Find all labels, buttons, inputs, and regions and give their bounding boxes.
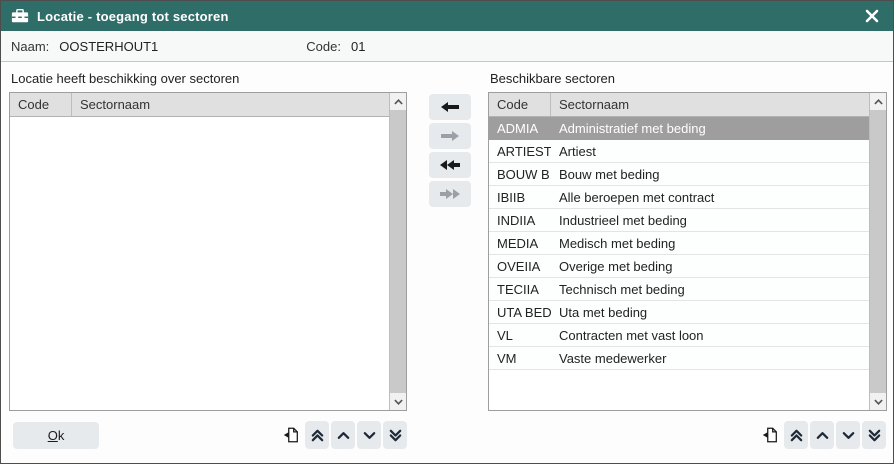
table-row[interactable]: ADMIA Administratief met beding [489,117,869,140]
scroll-up-icon[interactable] [870,93,886,110]
table-row[interactable]: ARTIEST Artiest [489,140,869,163]
next-record-button[interactable] [357,421,381,449]
double-chevron-up-icon [310,428,325,443]
briefcase-icon [11,8,29,24]
double-arrow-left-icon [438,159,462,171]
table-row[interactable]: MEDIA Medisch met beding [489,232,869,255]
record-info-bar: Naam: OOSTERHOUT1 Code: 01 [1,31,893,62]
available-list-scrollbar[interactable] [869,93,886,410]
column-header-sectornaam: Sectornaam [72,97,389,112]
scrollbar-thumb[interactable] [870,110,886,393]
first-record-button[interactable] [784,421,808,449]
chevron-up-icon [815,428,830,443]
chevron-down-icon [841,428,856,443]
arrow-right-icon [438,130,462,142]
left-panel-title: Locatie heeft beschikking over sectoren [11,71,239,86]
scrollbar-thumb[interactable] [390,110,406,393]
column-header-sectornaam: Sectornaam [551,97,869,112]
move-right-button[interactable] [429,123,471,149]
assigned-sectors-list[interactable]: Code Sectornaam [9,92,407,411]
double-chevron-down-icon [388,428,403,443]
dialog-locatie-toegang-sectoren: Locatie - toegang tot sectoren Naam: OOS… [0,0,894,464]
column-header-code: Code [10,93,72,116]
chevron-down-icon [362,428,377,443]
code-label: Code: [306,39,341,54]
ok-button[interactable]: Ok [13,422,99,449]
first-record-button[interactable] [305,421,329,449]
title-bar: Locatie - toegang tot sectoren [1,1,893,31]
scroll-down-icon[interactable] [390,393,406,410]
goto-record-button[interactable] [279,421,303,449]
table-row[interactable]: BOUW B... Bouw met beding [489,163,869,186]
table-row[interactable]: VL Contracten met vast loon [489,324,869,347]
last-record-button[interactable] [383,421,407,449]
chevron-up-icon [336,428,351,443]
double-chevron-up-icon [789,428,804,443]
last-record-button[interactable] [862,421,886,449]
table-row[interactable]: UTA BED... Uta met beding [489,301,869,324]
table-row[interactable]: INDIIA Industrieel met beding [489,209,869,232]
goto-record-icon [282,426,300,444]
code-value: 01 [351,39,365,54]
previous-record-button[interactable] [810,421,834,449]
column-header-code: Code [489,93,551,116]
naam-value: OOSTERHOUT1 [59,39,158,54]
move-all-left-button[interactable] [429,152,471,178]
move-all-right-button[interactable] [429,181,471,207]
goto-record-button[interactable] [758,421,782,449]
double-chevron-down-icon [867,428,882,443]
table-row[interactable]: TECIIA Technisch met beding [489,278,869,301]
scroll-up-icon[interactable] [390,93,406,110]
window-title: Locatie - toegang tot sectoren [37,9,861,24]
table-row[interactable]: IBIIB Alle beroepen met contract [489,186,869,209]
naam-label: Naam: [11,39,49,54]
arrow-left-icon [438,101,462,113]
move-left-button[interactable] [429,94,471,120]
double-arrow-right-icon [438,188,462,200]
previous-record-button[interactable] [331,421,355,449]
available-sectors-list[interactable]: Code Sectornaam ADMIA Administratief met… [488,92,887,411]
right-panel-title: Beschikbare sectoren [490,71,615,86]
assigned-list-scrollbar[interactable] [389,93,406,410]
table-row[interactable]: OVEIIA Overige met beding [489,255,869,278]
next-record-button[interactable] [836,421,860,449]
close-icon[interactable] [861,5,883,27]
assigned-list-nav-toolbar [279,421,409,449]
available-list-nav-toolbar [758,421,888,449]
goto-record-icon [761,426,779,444]
table-row[interactable]: VM Vaste medewerker [489,347,869,370]
scroll-down-icon[interactable] [870,393,886,410]
available-table-header: Code Sectornaam [489,93,869,117]
assigned-table-header: Code Sectornaam [10,93,389,117]
